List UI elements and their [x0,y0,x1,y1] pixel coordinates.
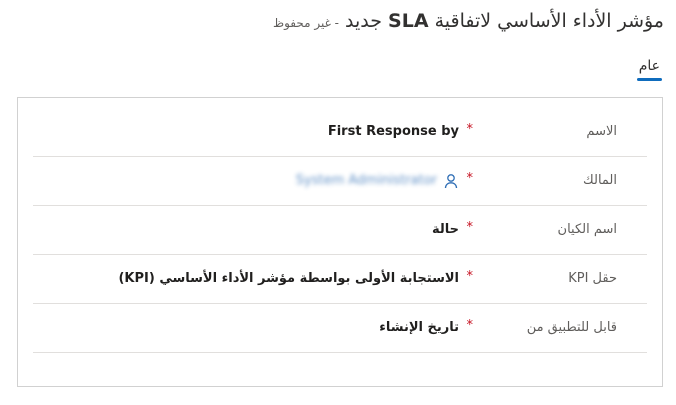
required-marker: * [466,122,474,137]
field-label-applicable-from: قابل للتطبيق من [526,320,617,335]
save-status: - غير محفوظ [272,16,339,30]
page-header: مؤشر الأداء الأساسي لاتفاقية SLA جديد - … [12,10,664,40]
field-label-kpi-field: حقل KPI [568,271,617,286]
form-rows: الاسم * First Response by المالك * Syste… [33,108,647,353]
field-value-kpi-field[interactable]: الاستجابة الأولى بواسطة مؤشر الأداء الأس… [118,255,459,303]
page-title-sla: SLA [388,10,429,32]
field-value-applicable-from[interactable]: تاريخ الإنشاء [379,304,459,352]
owner-lookup-link[interactable]: System Administrator [296,157,437,205]
page-title-prefix: مؤشر الأداء الأساسي لاتفاقية [434,10,664,32]
tab-list: عام [635,56,664,86]
field-value-entity-name[interactable]: حالة [432,206,459,254]
required-marker: * [466,220,474,235]
page-title-suffix: جديد [345,10,382,32]
form-section: الاسم * First Response by المالك * Syste… [17,97,663,387]
field-label-owner: المالك [583,173,617,188]
required-marker: * [466,318,474,333]
field-row-kpi-field: حقل KPI * الاستجابة الأولى بواسطة مؤشر ا… [33,255,647,304]
field-row-name: الاسم * First Response by [33,108,647,157]
field-row-entity-name: اسم الكيان * حالة [33,206,647,255]
page-title: مؤشر الأداء الأساسي لاتفاقية SLA جديد [345,10,664,32]
field-row-applicable-from: قابل للتطبيق من * تاريخ الإنشاء [33,304,647,353]
person-icon [444,174,458,189]
tab-general[interactable]: عام [635,56,664,81]
field-label-entity-name: اسم الكيان [557,222,617,237]
field-row-owner: المالك * System Administrator [33,157,647,206]
field-value-owner[interactable]: System Administrator [296,157,459,205]
required-marker: * [466,171,474,186]
required-marker: * [466,269,474,284]
field-value-name[interactable]: First Response by [328,108,459,156]
field-label-name: الاسم [586,124,617,139]
